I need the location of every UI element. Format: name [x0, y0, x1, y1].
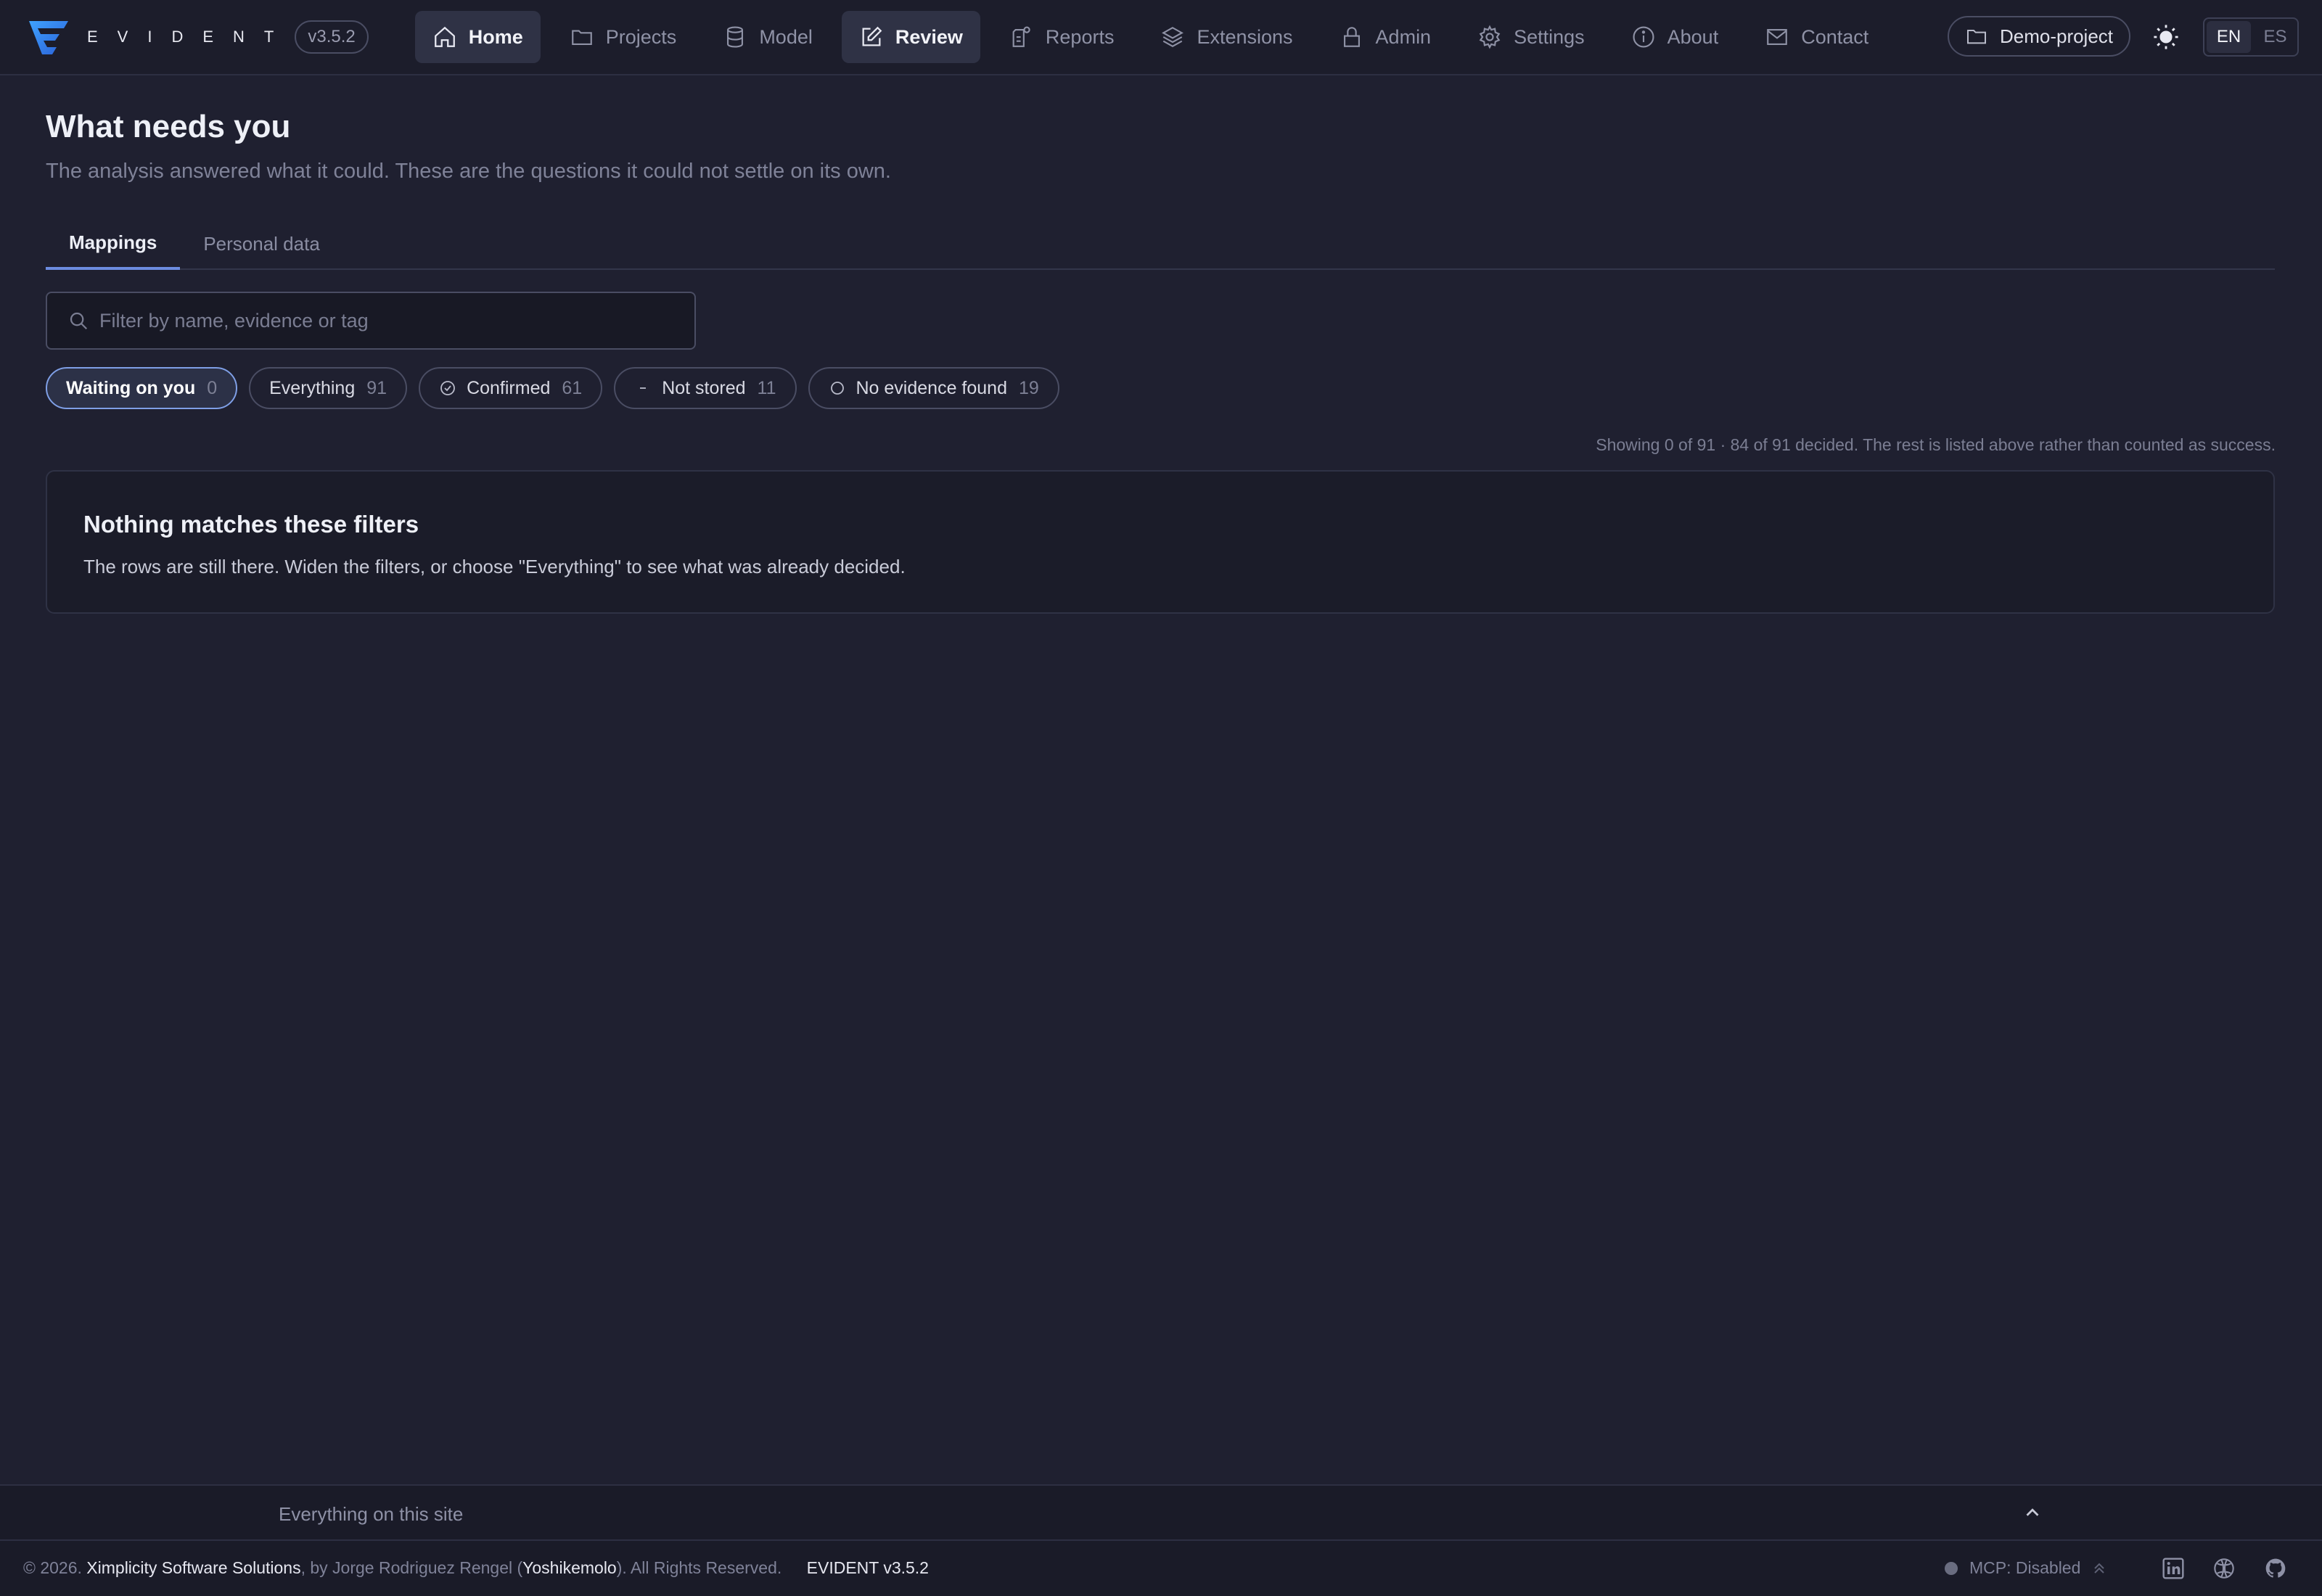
- nav-label-contact: Contact: [1801, 25, 1869, 48]
- nav-label-model: Model: [759, 25, 813, 48]
- review-tabs: Mappings Personal data: [46, 218, 2275, 270]
- page-subtitle: The analysis answered what it could. The…: [46, 160, 891, 183]
- empty-state-card: Nothing matches these filters The rows a…: [46, 470, 2275, 614]
- filter-confirmed[interactable]: Confirmed 61: [419, 367, 603, 409]
- search-icon: [47, 310, 89, 332]
- project-name: Demo-project: [1999, 25, 2114, 47]
- nav-extensions[interactable]: Extensions: [1143, 11, 1310, 63]
- footer-version: EVIDENT v3.5.2: [806, 1558, 929, 1577]
- tab-personal-data[interactable]: Personal data: [180, 218, 342, 270]
- empty-state-text: The rows are still there. Widen the filt…: [83, 556, 906, 577]
- nav-admin[interactable]: Admin: [1322, 11, 1449, 63]
- folder-icon: [1965, 25, 2000, 48]
- top-navigation-bar: EVIDENT v3.5.2 Home Projects Model Revie…: [0, 0, 2322, 75]
- mcp-status-label: MCP: Disabled: [1969, 1558, 2081, 1577]
- filter-no-evidence-found[interactable]: No evidence found 19: [808, 367, 1059, 409]
- nav-review[interactable]: Review: [841, 11, 980, 63]
- database-icon: [723, 25, 747, 49]
- footer: © 2026. Ximplicity Software Solutions, b…: [0, 1539, 2322, 1596]
- nav-label-review: Review: [895, 25, 963, 48]
- mail-icon: [1765, 25, 1789, 49]
- gear-icon: [1477, 25, 1502, 49]
- empty-state-title: Nothing matches these filters: [83, 511, 419, 538]
- nav-label-admin: Admin: [1375, 25, 1432, 48]
- check-circle-icon: [439, 379, 456, 397]
- filter-waiting-on-you[interactable]: Waiting on you 0: [46, 367, 238, 409]
- info-icon: [1631, 25, 1656, 49]
- status-dot-icon: [1945, 1561, 1958, 1575]
- nav-reports[interactable]: Reports: [992, 11, 1132, 63]
- project-selector-button[interactable]: Demo-project: [1948, 16, 2130, 57]
- nav-about[interactable]: About: [1614, 11, 1736, 63]
- evident-logo-icon: [28, 18, 70, 56]
- chip-label: Waiting on you: [66, 377, 196, 398]
- brand[interactable]: EVIDENT v3.5.2: [28, 18, 369, 56]
- chip-count: 19: [1018, 377, 1039, 398]
- search-box: [46, 292, 696, 350]
- search-input[interactable]: [99, 309, 680, 332]
- chip-count: 0: [207, 377, 218, 398]
- layers-icon: [1160, 25, 1185, 49]
- linkedin-icon[interactable]: [2162, 1557, 2185, 1580]
- chevron-up-icon[interactable]: [2022, 1502, 2043, 1523]
- author-text: , by Jorge Rodriguez Rengel (: [300, 1558, 523, 1577]
- mcp-status[interactable]: MCP: Disabled: [1945, 1558, 2108, 1578]
- language-toggle: EN ES: [2203, 17, 2299, 57]
- filter-everything[interactable]: Everything 91: [249, 367, 408, 409]
- site-map-strip[interactable]: Everything on this site: [0, 1484, 2322, 1539]
- nav-label-settings: Settings: [1514, 25, 1585, 48]
- filter-chips: Waiting on you 0 Everything 91 Confirmed…: [46, 367, 1071, 409]
- site-map-label: Everything on this site: [279, 1503, 464, 1525]
- page-title: What needs you: [46, 109, 291, 144]
- nav-label-about: About: [1667, 25, 1719, 48]
- chip-label: No evidence found: [856, 377, 1007, 398]
- copyright-prefix: © 2026.: [23, 1558, 82, 1577]
- version-badge: v3.5.2: [295, 20, 369, 54]
- rights-text: ). All Rights Reserved.: [616, 1558, 782, 1577]
- report-icon: [1009, 25, 1034, 49]
- chip-label: Everything: [269, 377, 356, 398]
- lang-es-button[interactable]: ES: [2253, 19, 2297, 55]
- filter-not-stored[interactable]: Not stored 11: [614, 367, 797, 409]
- nav-model[interactable]: Model: [705, 11, 830, 63]
- nav-label-projects: Projects: [605, 25, 677, 48]
- minus-icon: [634, 379, 652, 397]
- home-icon: [432, 25, 457, 49]
- lang-en-button[interactable]: EN: [2207, 21, 2251, 53]
- nav-label-home: Home: [468, 25, 523, 48]
- nav-projects[interactable]: Projects: [552, 11, 694, 63]
- lock-icon: [1340, 25, 1364, 49]
- brand-name: EVIDENT: [87, 28, 294, 46]
- results-status: Showing 0 of 91 · 84 of 91 decided. The …: [1596, 435, 2276, 454]
- edit-icon: [859, 25, 884, 49]
- main-nav: Home Projects Model Review Reports Exten…: [414, 11, 1898, 63]
- chip-count: 91: [366, 377, 387, 398]
- footer-copyright: © 2026. Ximplicity Software Solutions, b…: [23, 1558, 929, 1578]
- globe-icon[interactable]: [2212, 1557, 2236, 1580]
- nav-home[interactable]: Home: [414, 11, 541, 63]
- tab-mappings[interactable]: Mappings: [46, 218, 181, 270]
- nav-contact[interactable]: Contact: [1747, 11, 1886, 63]
- sun-icon[interactable]: [2152, 23, 2180, 51]
- chevron-up-icon: [2091, 1560, 2108, 1577]
- folder-icon: [570, 25, 594, 49]
- chip-label: Confirmed: [467, 377, 551, 398]
- circle-icon: [829, 379, 846, 397]
- nav-settings[interactable]: Settings: [1460, 11, 1602, 63]
- company-link[interactable]: Ximplicity Software Solutions: [86, 1558, 300, 1577]
- author-handle-link[interactable]: Yoshikemolo: [522, 1558, 617, 1577]
- chip-count: 61: [562, 377, 583, 398]
- github-icon[interactable]: [2264, 1557, 2287, 1580]
- chip-count: 11: [757, 377, 776, 398]
- nav-label-reports: Reports: [1045, 25, 1115, 48]
- chip-label: Not stored: [662, 377, 746, 398]
- nav-label-extensions: Extensions: [1197, 25, 1293, 48]
